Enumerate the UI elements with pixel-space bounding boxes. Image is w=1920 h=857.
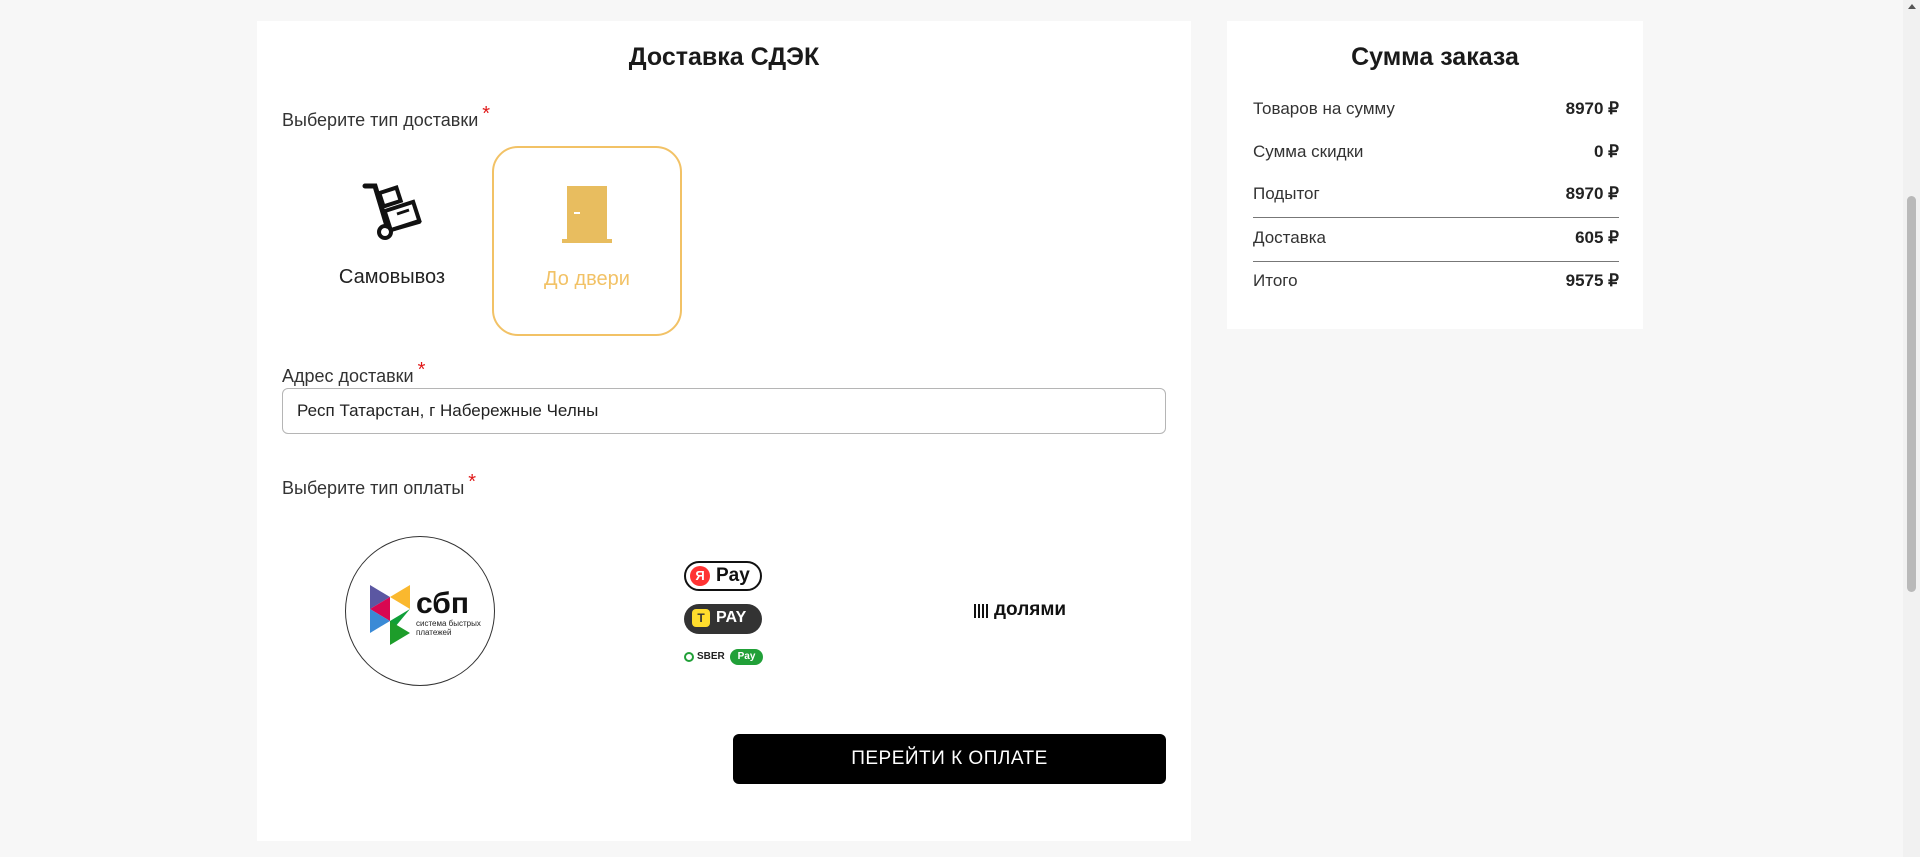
- dolyami-text: долями: [994, 599, 1067, 620]
- address-input[interactable]: [282, 388, 1166, 434]
- summary-row-label: Подытог: [1253, 184, 1320, 203]
- yandex-pay-badge: Я Pay: [684, 561, 762, 591]
- sbp-main-text: сбп: [416, 587, 469, 620]
- required-mark: *: [468, 471, 477, 493]
- sber-text: SBER: [697, 651, 725, 662]
- summary-row-value: 0 ₽: [1594, 142, 1619, 161]
- t-pay-text: PAY: [716, 609, 747, 626]
- summary-row-label: Итого: [1253, 271, 1298, 290]
- go-to-payment-button[interactable]: ПЕРЕЙТИ К ОПЛАТЕ: [733, 734, 1166, 784]
- sber-pay-badge: SBER Pay: [684, 649, 764, 667]
- payment-type-label: Выберите тип оплаты *: [282, 471, 477, 498]
- door-icon: [562, 186, 612, 243]
- summary-row-value: 8970 ₽: [1565, 99, 1619, 118]
- summary-row-value: 605 ₽: [1575, 228, 1619, 247]
- delivery-card: Доставка СДЭК Выберите тип доставки * Сам…: [257, 21, 1191, 841]
- summary-divider: [1253, 217, 1619, 218]
- t-logo-icon: Т: [692, 609, 710, 627]
- hand-truck-icon: [362, 183, 422, 240]
- sber-pay-text: Pay: [730, 649, 763, 665]
- yandex-logo-icon: Я: [690, 566, 710, 586]
- summary-row-label: Товаров на сумму: [1253, 99, 1395, 118]
- summary-title: Сумма заказа: [1351, 43, 1519, 71]
- summary-row: Доставка 605 ₽: [1253, 228, 1619, 252]
- t-pay-badge: Т PAY: [684, 604, 762, 634]
- required-mark: *: [417, 359, 426, 381]
- summary-row-value: 9575 ₽: [1565, 271, 1619, 290]
- order-summary-card: Сумма заказа Товаров на сумму 8970 ₽ Сум…: [1227, 21, 1643, 329]
- address-label: Адрес доставки *: [282, 359, 426, 386]
- delivery-option-label: Самовывоз: [338, 266, 446, 288]
- page-scrollbar[interactable]: [1903, 0, 1920, 857]
- summary-row: Сумма скидки 0 ₽: [1253, 142, 1619, 166]
- scroll-up-icon[interactable]: [1908, 4, 1916, 9]
- payment-option-wallets[interactable]: Я Pay Т PAY SBER Pay: [684, 561, 764, 669]
- yandex-pay-text: Pay: [716, 565, 750, 586]
- delivery-option-door[interactable]: До двери: [492, 146, 682, 336]
- summary-row: Подытог 8970 ₽: [1253, 184, 1619, 208]
- payment-option-dolyami[interactable]: долями: [974, 599, 1094, 625]
- scroll-thumb[interactable]: [1907, 196, 1916, 592]
- summary-row-label: Доставка: [1253, 228, 1327, 247]
- payment-option-sbp[interactable]: сбп система быстрых платежей: [345, 536, 495, 686]
- delivery-title: Доставка СДЭК: [628, 43, 820, 71]
- summary-row-value: 8970 ₽: [1565, 184, 1619, 203]
- summary-row-label: Сумма скидки: [1253, 142, 1364, 161]
- summary-divider: [1253, 261, 1619, 262]
- sber-logo-icon: [684, 652, 694, 662]
- delivery-option-label: До двери: [544, 268, 630, 290]
- sbp-sub-text: система быстрых платежей: [416, 619, 481, 637]
- dolyami-logo-icon: [974, 604, 990, 618]
- delivery-type-label: Выберите тип доставки *: [282, 103, 491, 130]
- sbp-logo-icon: [370, 585, 410, 645]
- summary-row-total: Итого 9575 ₽: [1253, 271, 1619, 295]
- delivery-option-pickup[interactable]: Самовывоз: [297, 146, 487, 336]
- summary-row: Товаров на сумму 8970 ₽: [1253, 99, 1619, 123]
- required-mark: *: [482, 103, 491, 125]
